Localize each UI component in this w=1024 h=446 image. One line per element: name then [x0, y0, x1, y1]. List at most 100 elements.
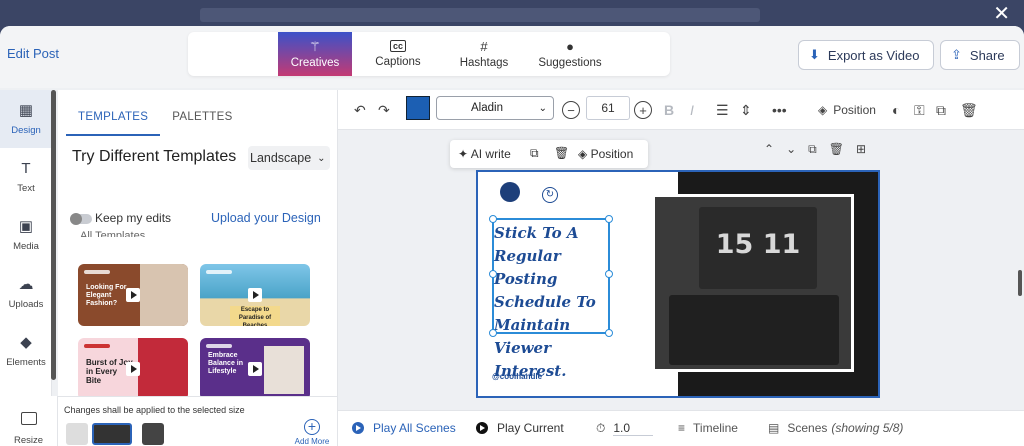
tab-captions[interactable]: cc Captions — [362, 32, 434, 76]
resize-label: Resize — [13, 435, 44, 446]
duplicate-icon[interactable]: ⧉ — [936, 98, 946, 122]
lightbulb-icon: ● — [566, 39, 574, 54]
resize-button[interactable]: Resize — [0, 396, 58, 446]
slide-headline[interactable]: Stick To A Regular Posting Schedule To M… — [494, 222, 612, 383]
sparkle-icon: ✦ — [458, 147, 469, 161]
social-handle[interactable]: @coolhandle — [492, 372, 542, 381]
template-logo — [84, 344, 110, 348]
trash-icon[interactable]: 🗑 — [960, 98, 978, 122]
tab-templates[interactable]: TEMPLATES — [66, 90, 161, 136]
font-size-input[interactable]: 61 — [586, 96, 630, 120]
tab-hashtags[interactable]: # Hashtags — [448, 32, 520, 76]
size-thumbnail[interactable] — [142, 423, 164, 445]
align-left-icon[interactable]: ☰ — [716, 98, 729, 122]
rail-label: Text — [17, 183, 35, 194]
position-button[interactable]: ◈ Position — [818, 98, 876, 122]
position-button[interactable]: ◈ Position — [578, 147, 633, 161]
headline-line: Maintain Viewer — [494, 316, 571, 357]
canvas-scrollbar[interactable] — [1018, 270, 1022, 296]
trash-icon[interactable]: 🗑 — [554, 146, 569, 160]
rail-item-design[interactable]: ▦ Design — [0, 90, 52, 148]
line-spacing-icon[interactable]: ⇕ — [740, 98, 752, 122]
laptop-photo[interactable]: 15 11 — [652, 194, 854, 372]
template-card[interactable]: Embrace Balance in Lifestyle — [200, 338, 310, 396]
export-label: Export as Video — [827, 47, 920, 63]
duplicate-icon[interactable]: ⧉ — [808, 142, 817, 157]
add-slide-icon[interactable]: ⊞ — [856, 142, 866, 157]
decrease-size-button[interactable]: − — [562, 98, 580, 122]
hash-icon: # — [480, 39, 488, 54]
resize-handle[interactable] — [605, 329, 613, 337]
brand-logo[interactable] — [500, 182, 520, 202]
font-value: Aladin — [471, 102, 503, 114]
opacity-icon[interactable]: ◐ — [892, 98, 900, 122]
size-thumbnail-selected[interactable] — [92, 423, 132, 445]
share-label: Share — [969, 47, 1005, 63]
tab-label: Suggestions — [538, 57, 602, 69]
slide-canvas[interactable]: 15 11 ↻ Stick To A Regular Posting Sched… — [476, 170, 880, 398]
font-select[interactable]: Aladin ⌄ — [436, 96, 554, 120]
orientation-select[interactable]: Landscape ⌄ — [248, 146, 330, 170]
size-thumbnail[interactable] — [66, 423, 88, 445]
undo-icon[interactable]: ↶ — [354, 98, 366, 122]
rail-label: Uploads — [8, 299, 44, 310]
unlock-icon[interactable]: ⚿ — [914, 98, 925, 122]
resize-handle[interactable] — [489, 329, 497, 337]
italic-icon[interactable]: I — [690, 98, 694, 122]
grid-icon: ▦ — [18, 102, 34, 119]
timeline-button[interactable]: ≡ Timeline — [678, 421, 738, 435]
template-card[interactable]: Burst of Joy in Every Bite — [78, 338, 188, 396]
chevron-down-icon[interactable]: ⌄ — [786, 142, 796, 157]
template-card[interactable]: Escape to Paradise of Beaches — [200, 264, 310, 326]
increase-size-button[interactable]: + — [634, 98, 652, 122]
rail-item-uploads[interactable]: ☁ Uploads — [0, 264, 52, 322]
add-more-button[interactable]: + Add More — [292, 419, 332, 446]
resize-handle[interactable] — [605, 215, 613, 223]
background-blur-bar — [200, 8, 760, 22]
bold-icon[interactable]: B — [664, 98, 674, 122]
share-button[interactable]: ⇪ Share — [940, 40, 1020, 70]
more-icon[interactable]: ••• — [772, 98, 787, 122]
template-card[interactable]: Looking For Elegant Fashion? — [78, 264, 188, 326]
redo-icon[interactable]: ↷ — [378, 98, 390, 122]
rail-item-text[interactable]: T Text — [0, 148, 52, 206]
editor-modal: Edit Post ⚚ Creatives cc Captions # Hash… — [0, 26, 1024, 446]
resize-handle[interactable] — [605, 270, 613, 278]
tab-palettes[interactable]: PALETTES — [160, 90, 244, 136]
speed-control[interactable]: ⏱ 1.0 — [596, 421, 654, 436]
play-current-button[interactable]: Play Current — [476, 421, 564, 435]
section-label: All Templates — [80, 230, 146, 237]
slide-toolbar: ⌃ ⌄ ⧉ 🗑 ⊞ — [764, 142, 866, 157]
text-color-swatch[interactable] — [406, 96, 430, 120]
keep-edits-toggle[interactable] — [70, 213, 92, 225]
canvas-area: ✦ AI write ⧉ 🗑 ◈ Position ⌃ ⌄ ⧉ 🗑 ⊞ 15 1… — [338, 130, 1024, 412]
scenes-button[interactable]: ▤ Scenes (showing 5/8) — [768, 421, 903, 435]
trash-icon[interactable]: 🗑 — [829, 142, 844, 157]
headline-line: Schedule To — [494, 293, 596, 311]
template-photo — [140, 264, 188, 326]
position-label: Position — [833, 103, 876, 117]
chevron-down-icon: ⌄ — [317, 152, 326, 164]
play-all-button[interactable]: Play All Scenes — [352, 421, 456, 435]
upload-design-link[interactable]: Upload your Design — [211, 211, 321, 225]
chevron-up-icon[interactable]: ⌃ — [764, 142, 774, 157]
close-icon[interactable]: ✕ — [993, 4, 1010, 24]
ai-write-button[interactable]: ✦ AI write — [458, 147, 511, 161]
export-video-button[interactable]: ⬇ Export as Video — [798, 40, 934, 70]
rail-scrollbar[interactable] — [51, 90, 56, 380]
selected-text-box[interactable]: Stick To A Regular Posting Schedule To M… — [489, 215, 613, 380]
keep-edits-label: Keep my edits — [95, 211, 172, 225]
duplicate-icon[interactable]: ⧉ — [530, 146, 539, 161]
rotate-icon[interactable]: ↻ — [542, 187, 558, 203]
tab-bar: ⚚ Creatives cc Captions # Hashtags ● Sug… — [188, 32, 670, 76]
resize-handle[interactable] — [489, 215, 497, 223]
tab-suggestions[interactable]: ● Suggestions — [534, 32, 606, 76]
floating-toolbar: ✦ AI write ⧉ 🗑 ◈ Position — [450, 140, 648, 168]
rail-item-elements[interactable]: ◆ Elements — [0, 322, 52, 380]
resize-handle[interactable] — [489, 270, 497, 278]
rail-item-media[interactable]: ▣ Media — [0, 206, 52, 264]
left-rail: ▦ Design T Text ▣ Media ☁ Uploads ◆ Elem… — [0, 90, 52, 446]
play-icon — [248, 362, 262, 376]
tab-creatives[interactable]: ⚚ Creatives — [278, 32, 352, 76]
add-more-label: Add More — [294, 437, 330, 446]
